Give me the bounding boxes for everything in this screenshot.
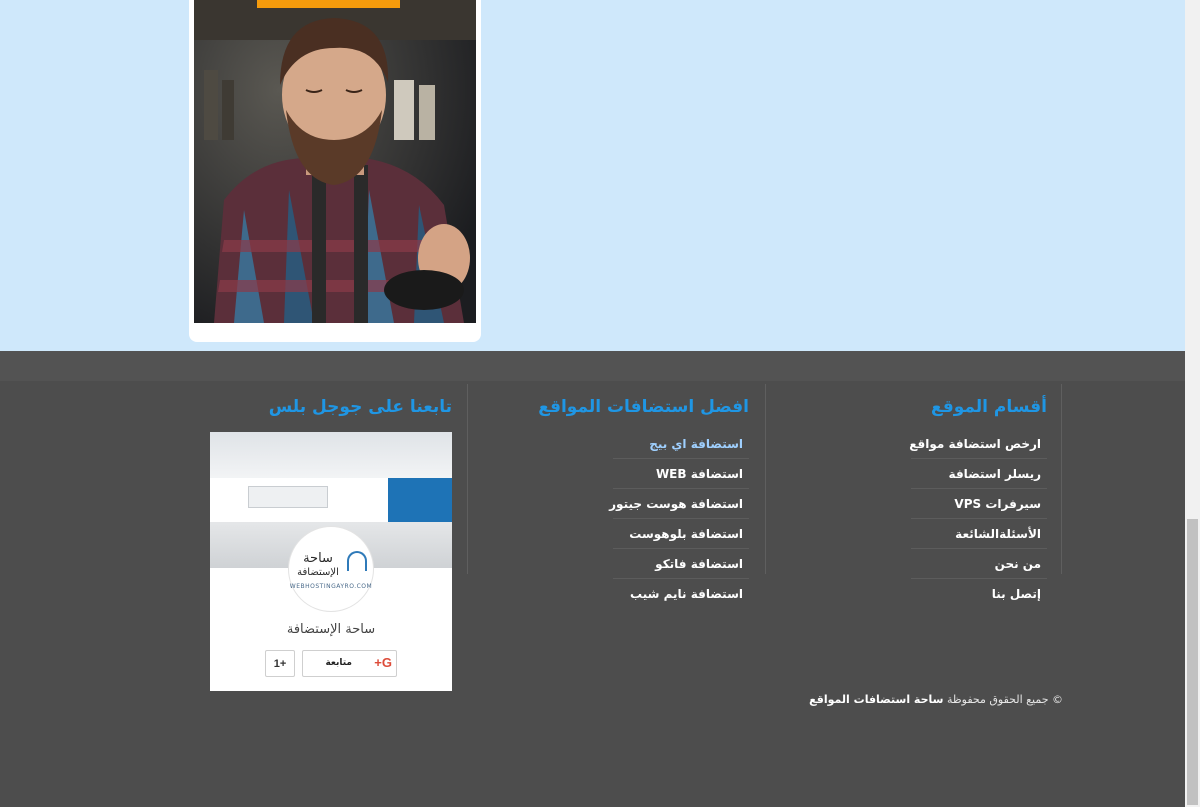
- footer-link-hostgator[interactable]: استضافة هوست جيتور: [609, 489, 749, 519]
- column-divider: [765, 384, 766, 574]
- footer-link-cheap-hosting[interactable]: ارخص استضافة مواقع: [909, 429, 1047, 459]
- google-plus-title: تابعنا على جوجل بلس: [268, 397, 452, 417]
- plus-one-button[interactable]: +1: [265, 650, 295, 677]
- follow-label: متابعة: [325, 658, 352, 668]
- footer-link-bluehost[interactable]: استضافة بلوهوست: [613, 519, 749, 549]
- footer-link-reseller[interactable]: ريسلر استضافة: [911, 459, 1047, 489]
- copyright-site-link[interactable]: ساحة استضافات المواقع: [809, 693, 943, 706]
- footer-link-web[interactable]: استضافة WEB: [613, 459, 749, 489]
- orange-label-tab: [257, 0, 400, 8]
- google-plus-icon: G+: [374, 655, 392, 670]
- footer-top-strip: [0, 351, 1185, 381]
- man-portrait-image: [194, 0, 476, 323]
- footer-link-contact[interactable]: إتصل بنا: [911, 579, 1047, 609]
- column-divider: [467, 384, 468, 574]
- footer-link-ipage[interactable]: استضافة اي بيج: [613, 429, 749, 459]
- footer-link-vps[interactable]: سيرفرات VPS: [911, 489, 1047, 519]
- footer-link-faq[interactable]: الأسئلةالشائعة: [911, 519, 1047, 549]
- best-hosting-links: استضافة اي بيج استضافة WEB استضافة هوست …: [609, 429, 749, 609]
- page: أقسام الموقع ارخص استضافة مواقع ريسلر اس…: [0, 0, 1185, 807]
- badge-page-name[interactable]: ساحة الإستضافة: [210, 622, 452, 637]
- copyright-text: © جميع الحقوق محفوظة ساحة استضافات الموا…: [809, 693, 1063, 706]
- page-scrollbar[interactable]: [1185, 0, 1200, 807]
- photo-card: [189, 0, 481, 342]
- sections-title: أقسام الموقع: [930, 397, 1047, 417]
- follow-button[interactable]: G+ متابعة: [302, 650, 397, 677]
- scrollbar-thumb[interactable]: [1187, 519, 1198, 805]
- footer-link-fatcow[interactable]: استضافة فاتكو: [613, 549, 749, 579]
- google-plus-badge[interactable]: ساحة الإستضافة WEBHOSTINGAYRO.COM ساحة ا…: [210, 432, 452, 691]
- sections-links: ارخص استضافة مواقع ريسلر استضافة سيرفرات…: [909, 429, 1047, 609]
- footer-link-namecheap[interactable]: استضافة نايم شيب: [613, 579, 749, 609]
- best-hosting-title: افضل استضافات المواقع: [538, 397, 749, 417]
- hero-section: [0, 0, 1185, 351]
- dome-logo-icon: [347, 551, 367, 571]
- hero-photo: [194, 0, 476, 323]
- column-divider: [1061, 384, 1062, 574]
- footer-link-about[interactable]: من نحن: [911, 549, 1047, 579]
- badge-avatar[interactable]: ساحة الإستضافة WEBHOSTINGAYRO.COM: [288, 526, 374, 612]
